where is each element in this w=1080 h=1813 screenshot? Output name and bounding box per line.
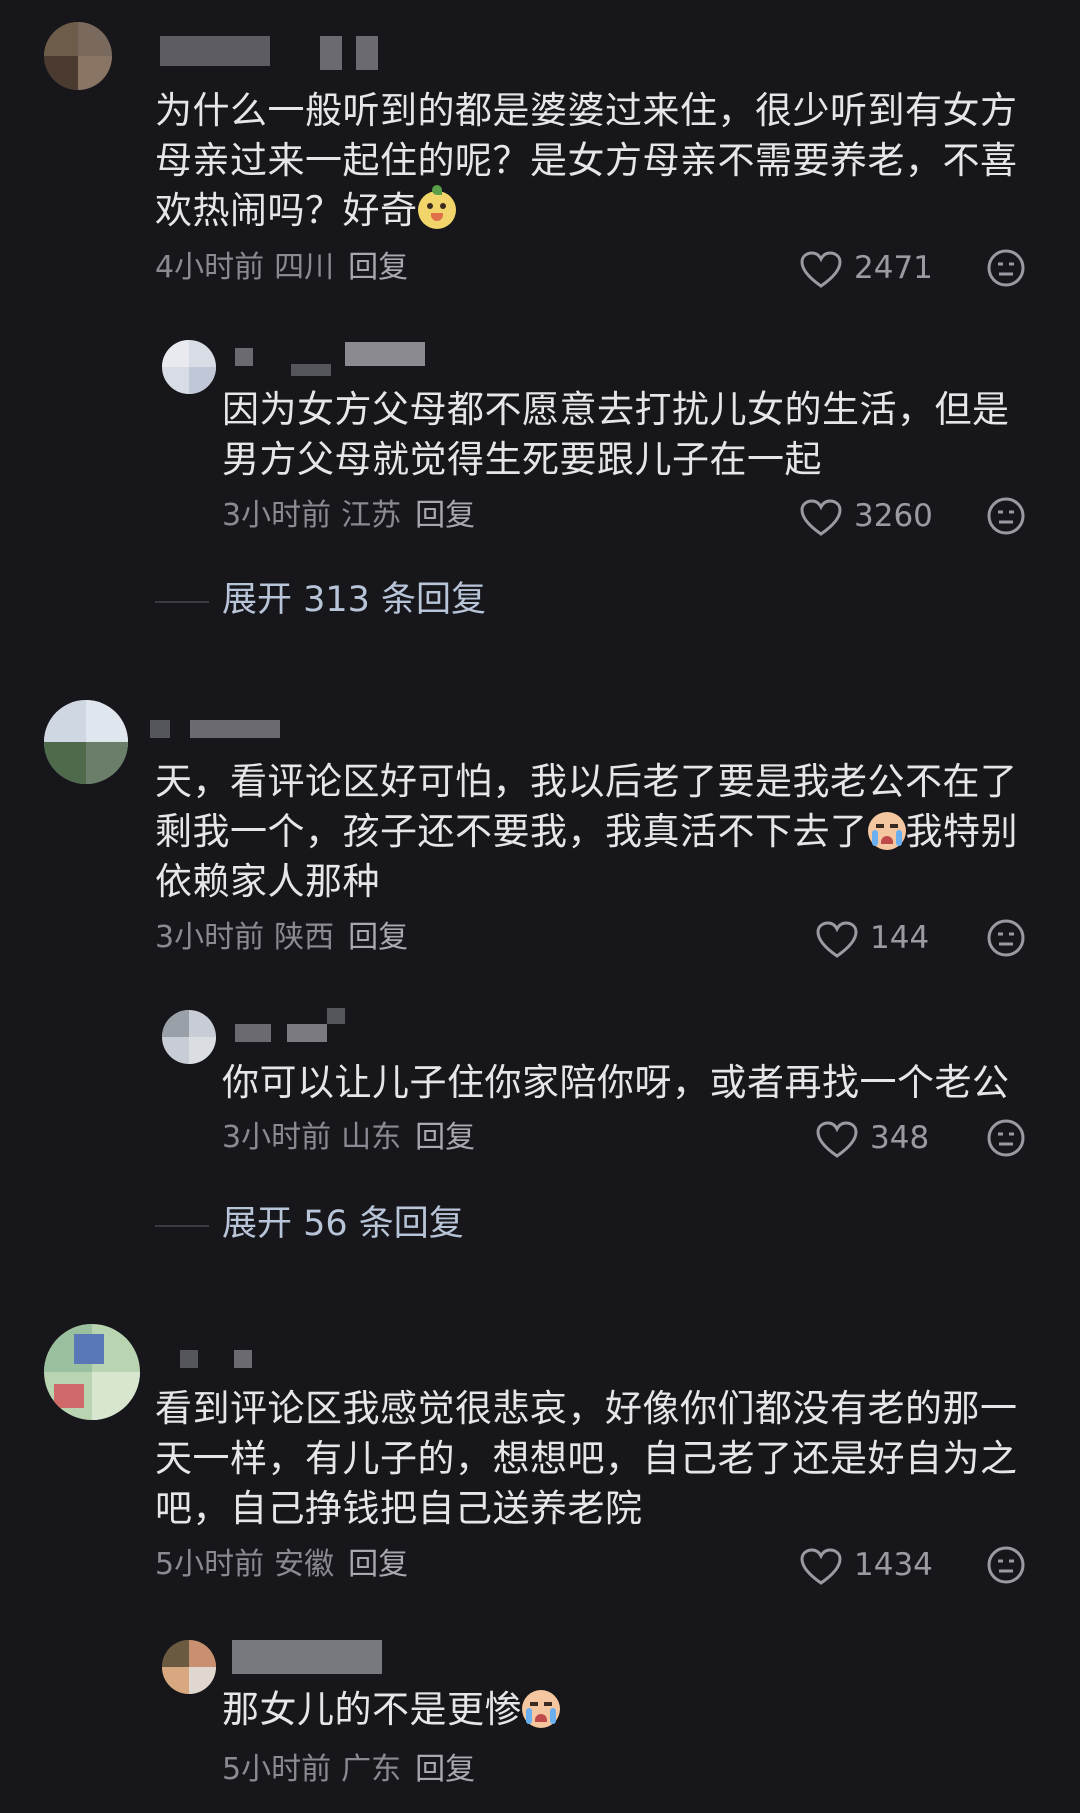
reply-meta: 3小时前 江苏 回复 (222, 498, 475, 534)
user-avatar[interactable] (44, 1324, 140, 1420)
comment-3: 看到评论区我感觉很悲哀，好像你们都没有老的那一天一样，有儿子的，想想吧，自己老了… (0, 1310, 1080, 1813)
comment-time: 3小时前 (155, 920, 265, 955)
comment-time: 4小时前 (155, 250, 265, 285)
reply-location: 广东 (341, 1752, 402, 1787)
reply-time: 3小时前 (222, 1120, 332, 1155)
like-button[interactable]: 3260 (800, 496, 933, 537)
cute-face-emoji (417, 185, 456, 229)
comment-meta: 5小时前 安徽 回复 (155, 1547, 408, 1583)
user-avatar[interactable] (162, 340, 216, 394)
dislike-face-icon[interactable] (986, 248, 1026, 288)
comment-location: 四川 (274, 250, 335, 285)
comment-meta: 3小时前 陕西 回复 (155, 920, 408, 956)
reply-location: 山东 (341, 1120, 402, 1155)
comment-2: 天，看评论区好可怕，我以后老了要是我老公不在了剩我一个，孩子还不要我，我真活不下… (0, 680, 1080, 1280)
user-avatar[interactable] (44, 22, 112, 90)
username-blurred[interactable] (232, 1640, 382, 1674)
dislike-face-icon[interactable] (986, 496, 1026, 536)
username-blurred[interactable] (150, 720, 280, 740)
reply-button[interactable]: 回复 (415, 1120, 475, 1155)
user-avatar[interactable] (162, 1640, 216, 1694)
username-blurred[interactable] (180, 1350, 260, 1370)
reply-button[interactable]: 回复 (348, 1547, 408, 1582)
like-count: 3260 (854, 498, 933, 534)
comment-text: 天，看评论区好可怕，我以后老了要是我老公不在了剩我一个，孩子还不要我，我真活不下… (155, 760, 1018, 903)
reply-text: 你可以让儿子住你家陪你呀，或者再找一个老公 (222, 1061, 1010, 1104)
heart-icon (816, 920, 858, 958)
expand-divider (155, 1225, 209, 1227)
reply-button[interactable]: 回复 (415, 498, 475, 533)
user-avatar[interactable] (162, 1010, 216, 1064)
reply-button[interactable]: 回复 (348, 920, 408, 955)
crying-face-emoji (522, 1690, 560, 1728)
reply-location: 江苏 (341, 498, 402, 533)
comment-meta: 4小时前 四川 回复 (155, 250, 408, 286)
username-blurred[interactable] (235, 1008, 345, 1042)
heart-icon (816, 1120, 858, 1158)
reply-text: 因为女方父母都不愿意去打扰儿女的生活，但是男方父母就觉得生死要跟儿子在一起 (222, 388, 1010, 481)
dislike-face-icon[interactable] (986, 918, 1026, 958)
reply-meta: 3小时前 山东 回复 (222, 1120, 475, 1156)
reply-meta: 5小时前 广东 回复 (222, 1752, 475, 1788)
reply-time: 5小时前 (222, 1752, 332, 1787)
like-button[interactable]: 348 (816, 1118, 929, 1159)
username-blurred[interactable] (235, 342, 425, 376)
comment-text: 看到评论区我感觉很悲哀，好像你们都没有老的那一天一样，有儿子的，想想吧，自己老了… (155, 1387, 1018, 1530)
like-count: 2471 (854, 250, 933, 286)
heart-icon (800, 498, 842, 536)
comment-time: 5小时前 (155, 1547, 265, 1582)
comment-location: 陕西 (274, 920, 335, 955)
expand-divider (155, 601, 209, 603)
dislike-face-icon[interactable] (986, 1118, 1026, 1158)
reply-time: 3小时前 (222, 498, 332, 533)
comment-1: 为什么一般听到的都是婆婆过来住，很少听到有女方母亲过来一起住的呢？是女方母亲不需… (0, 0, 1080, 640)
like-count: 348 (870, 1120, 930, 1156)
comment-location: 安徽 (274, 1547, 335, 1582)
like-button[interactable]: 144 (816, 918, 929, 959)
reply-button[interactable]: 回复 (415, 1752, 475, 1787)
expand-replies-button[interactable]: 展开 56 条回复 (222, 1202, 464, 1246)
heart-icon (800, 250, 842, 288)
crying-face-emoji (867, 812, 906, 850)
like-count: 144 (870, 920, 930, 956)
reply-button[interactable]: 回复 (348, 250, 408, 285)
username-blurred[interactable] (160, 36, 420, 70)
dislike-face-icon[interactable] (986, 1545, 1026, 1585)
comment-text: 为什么一般听到的都是婆婆过来住，很少听到有女方母亲过来一起住的呢？是女方母亲不需… (155, 89, 1018, 232)
user-avatar[interactable] (44, 700, 128, 784)
like-button[interactable]: 2471 (800, 248, 933, 289)
like-count: 1434 (854, 1547, 933, 1583)
expand-replies-button[interactable]: 展开 313 条回复 (222, 578, 486, 622)
reply-text: 那女儿的不是更惨 (222, 1685, 1042, 1735)
like-button[interactable]: 1434 (800, 1545, 933, 1586)
heart-icon (800, 1547, 842, 1585)
